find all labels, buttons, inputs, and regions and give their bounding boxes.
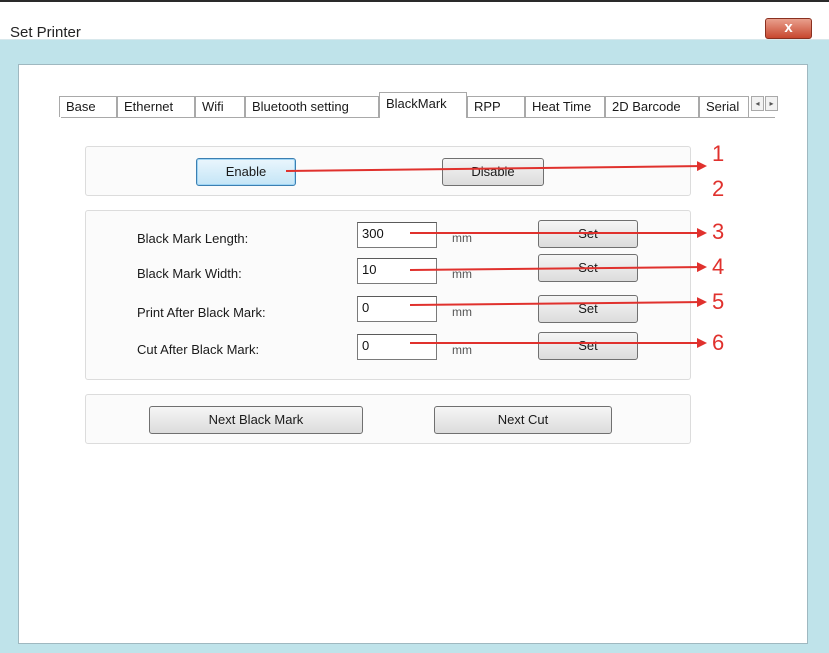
- tab-scroll-right-icon[interactable]: ▸: [765, 96, 778, 111]
- actions-group: Next Black Mark Next Cut: [85, 394, 691, 444]
- set-printer-window: Set Printer x Base Ethernet Wifi Bluetoo…: [0, 0, 829, 653]
- width-unit: mm: [452, 267, 472, 281]
- mode-group: Enable Disable: [85, 146, 691, 196]
- set-width-button[interactable]: Set: [538, 254, 638, 282]
- cut-after-label: Cut After Black Mark:: [137, 342, 260, 357]
- print-after-unit: mm: [452, 305, 472, 319]
- print-after-label: Print After Black Mark:: [137, 305, 266, 320]
- close-button[interactable]: x: [765, 18, 812, 39]
- tab-blackmark[interactable]: BlackMark: [379, 92, 467, 118]
- close-icon: x: [784, 19, 793, 36]
- tab-scroll-left-icon[interactable]: ◂: [751, 96, 764, 111]
- tab-ethernet[interactable]: Ethernet: [117, 96, 195, 117]
- cut-after-unit: mm: [452, 343, 472, 357]
- dialog-client-area: Base Ethernet Wifi Bluetooth setting Bla…: [18, 64, 808, 644]
- length-label: Black Mark Length:: [137, 231, 249, 246]
- set-length-button[interactable]: Set: [538, 220, 638, 248]
- next-cut-button[interactable]: Next Cut: [434, 406, 612, 434]
- next-black-mark-button[interactable]: Next Black Mark: [149, 406, 363, 434]
- blackmark-panel: Enable Disable Black Mark Length: 300 mm…: [61, 117, 775, 637]
- set-print-after-button[interactable]: Set: [538, 295, 638, 323]
- disable-button[interactable]: Disable: [442, 158, 544, 186]
- width-field[interactable]: 10: [357, 258, 437, 284]
- tab-serial[interactable]: Serial: [699, 96, 749, 117]
- tab-rpp[interactable]: RPP: [467, 96, 525, 117]
- window-title: Set Printer: [10, 24, 81, 41]
- title-bar[interactable]: Set Printer x: [0, 2, 829, 41]
- width-label: Black Mark Width:: [137, 266, 242, 281]
- tab-base[interactable]: Base: [59, 96, 117, 117]
- length-field[interactable]: 300: [357, 222, 437, 248]
- tab-wifi[interactable]: Wifi: [195, 96, 245, 117]
- cut-after-field[interactable]: 0: [357, 334, 437, 360]
- enable-button[interactable]: Enable: [196, 158, 296, 186]
- settings-group: Black Mark Length: 300 mm Set Black Mark…: [85, 210, 691, 380]
- tab-bluetooth-setting[interactable]: Bluetooth setting: [245, 96, 379, 117]
- tab-2d-barcode[interactable]: 2D Barcode: [605, 96, 699, 117]
- tab-heat-time[interactable]: Heat Time: [525, 96, 605, 117]
- length-unit: mm: [452, 231, 472, 245]
- print-after-field[interactable]: 0: [357, 296, 437, 322]
- set-cut-after-button[interactable]: Set: [538, 332, 638, 360]
